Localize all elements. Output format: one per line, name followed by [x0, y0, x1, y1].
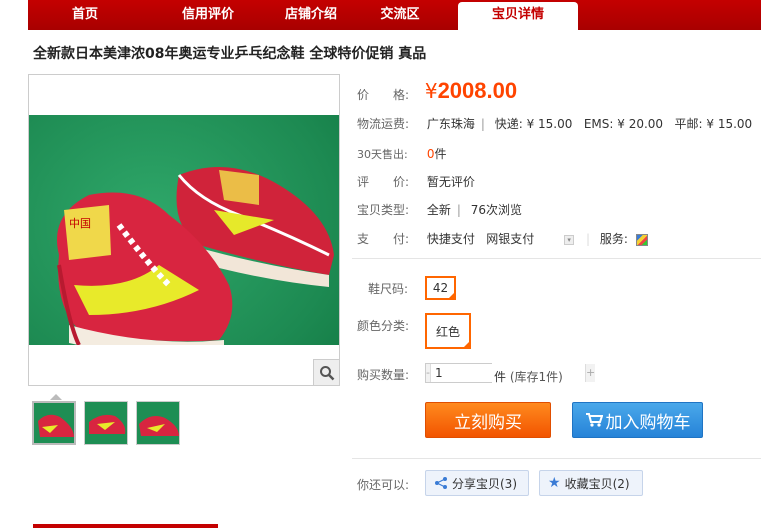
thumb-pointer-icon — [50, 394, 62, 400]
selected-check-icon — [447, 291, 456, 300]
add-to-cart-button[interactable]: 加入购物车 — [572, 402, 703, 438]
logistics-express: 快递: ¥ 15.00 — [494, 117, 573, 131]
payment-dropdown-icon[interactable]: ▾ — [564, 234, 575, 245]
quantity-increase-button[interactable]: + — [585, 364, 596, 382]
selected-check-icon — [462, 340, 471, 349]
image-floor — [29, 345, 339, 385]
top-nav: 首页 信用评价 店铺介绍 交流区 宝贝详情 — [28, 0, 761, 30]
quantity-stepper: - + — [425, 363, 596, 383]
buy-now-button[interactable]: 立刻购买 — [425, 402, 551, 438]
service-badge-icon[interactable] — [635, 233, 648, 246]
price-row: 价 格: ¥2008.00 — [357, 78, 517, 104]
zoom-button[interactable] — [313, 359, 339, 385]
item-type-value: 全新 — [426, 203, 451, 217]
logistics-row: 物流运费: 广东珠海 | 快递: ¥ 15.00 EMS: ¥ 20.00 平邮:… — [357, 117, 753, 131]
thumbnail-1[interactable] — [32, 401, 76, 445]
thumbnail-3[interactable] — [136, 401, 180, 445]
payment-label: 支 付: — [357, 232, 410, 246]
rating-label: 评 价: — [357, 175, 410, 189]
favorite-item-button[interactable]: ★ 收藏宝贝(2) — [539, 470, 643, 496]
share-item-button[interactable]: 分享宝贝(3) — [425, 470, 529, 496]
nav-item-forum[interactable]: 交流区 — [355, 0, 445, 30]
nav-item-shop-intro[interactable]: 店铺介绍 — [256, 0, 366, 30]
size-label: 鞋尺码: — [368, 282, 409, 296]
product-title: 全新款日本美津浓08年奥运专业乒乓纪念鞋 全球特价促销 真品 — [33, 46, 427, 62]
sold-row: 30天售出: 0件 — [357, 145, 446, 162]
payment-row: 支 付: 快捷支付 网银支付 ▾ | 服务: — [357, 230, 648, 247]
nav-item-credit[interactable]: 信用评价 — [153, 0, 263, 30]
star-icon: ★ — [548, 475, 561, 491]
item-type-label: 宝贝类型: — [357, 203, 410, 217]
bottom-tab-bar — [33, 524, 218, 528]
logistics-ems: EMS: ¥ 20.00 — [583, 117, 664, 131]
logistics-location: 广东珠海 — [426, 117, 475, 131]
color-option-red[interactable]: 红色 — [425, 313, 471, 349]
item-type-row: 宝贝类型: 全新 | 76次浏览 — [357, 203, 522, 217]
sold-label: 30天售出: — [357, 148, 408, 161]
rating-value[interactable]: 暂无评价 — [427, 175, 475, 189]
cart-icon — [585, 413, 603, 427]
stock-info: 件 (库存1件) — [494, 370, 563, 384]
logistics-post: 平邮: ¥ 15.00 — [674, 117, 753, 131]
product-page: 首页 信用评价 店铺介绍 交流区 宝贝详情 全新款日本美津浓08年奥运专业乒乓纪… — [0, 0, 761, 528]
price-currency: ¥ — [424, 79, 438, 103]
thumbnail-2[interactable] — [84, 401, 128, 445]
share-label: 你还可以: — [357, 478, 410, 492]
quantity-label: 购买数量: — [357, 368, 410, 382]
price-value: 2008.00 — [437, 78, 518, 103]
nav-item-item-details[interactable]: 宝贝详情 — [458, 2, 578, 30]
logistics-label: 物流运费: — [357, 117, 410, 131]
magnifier-icon — [319, 365, 334, 380]
main-product-image[interactable]: 中国 — [28, 74, 340, 386]
payment-bank: 网银支付 — [486, 232, 535, 246]
payment-fast: 快捷支付 — [426, 232, 475, 246]
divider-1 — [352, 258, 761, 259]
color-label: 颜色分类: — [357, 319, 410, 333]
shoe-logo-text: 中国 — [69, 217, 91, 230]
service-label: 服务: — [599, 232, 628, 246]
sold-unit: 件 — [434, 147, 447, 161]
price-label: 价 格: — [357, 88, 410, 102]
rating-row: 评 价: 暂无评价 — [357, 173, 475, 190]
share-icon — [435, 477, 447, 489]
size-option-42[interactable]: 42 — [425, 276, 456, 300]
divider-2 — [352, 458, 761, 459]
nav-item-home[interactable]: 首页 — [50, 0, 120, 30]
view-count: 76次浏览 — [470, 203, 522, 217]
